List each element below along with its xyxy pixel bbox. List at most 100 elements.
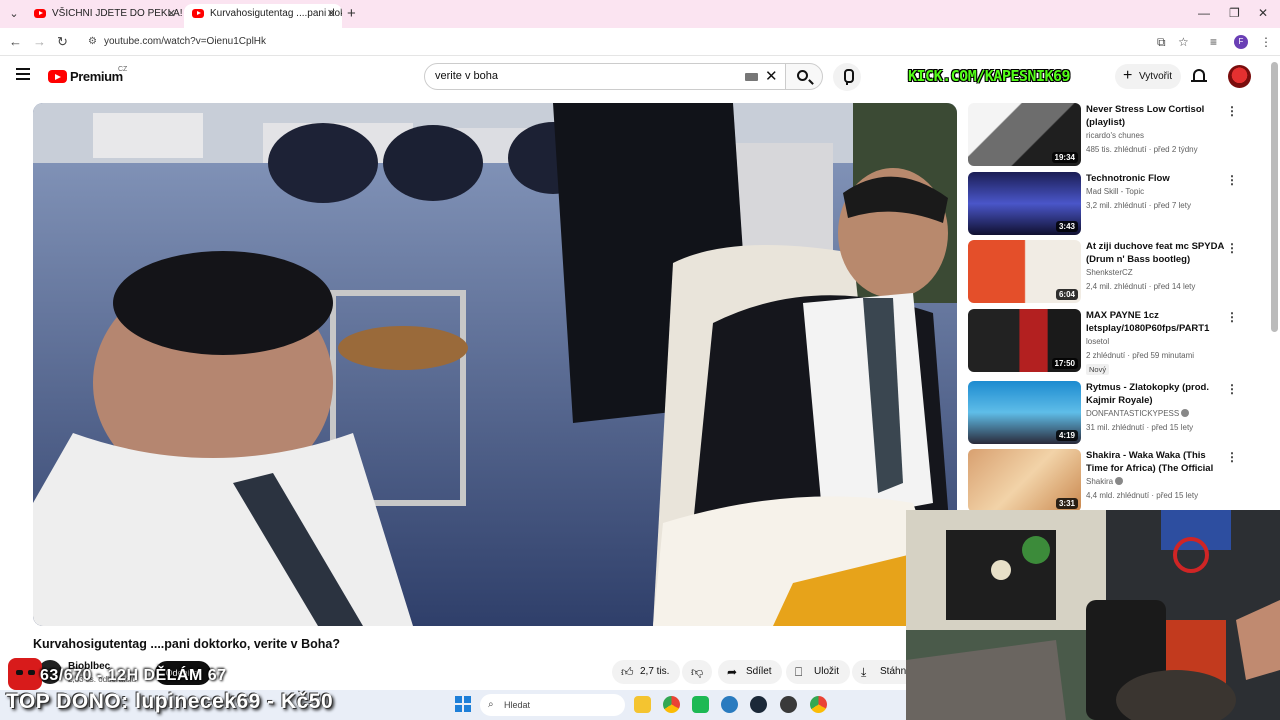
media-controls-icon[interactable]: ≡	[1210, 35, 1217, 49]
share-arrow-icon: ➦	[727, 665, 738, 679]
search-input[interactable]: verite v boha ✕	[424, 63, 786, 90]
like-button[interactable]: 👍︎ 2,7 tis.	[612, 660, 680, 684]
recommendation-meta: 2,4 mil. zhlédnutí · před 14 lety	[1086, 282, 1196, 291]
recommendation-title[interactable]: Technotronic Flow	[1086, 172, 1226, 185]
search-button[interactable]	[785, 63, 823, 90]
recommendation-channel[interactable]: DONFANTASTICKYPESS	[1086, 409, 1190, 418]
keyboard-icon[interactable]	[745, 73, 758, 81]
browser-tab[interactable]: VŠICHNI JDETE DO PEKLA! (Vel ✕	[26, 4, 182, 28]
profile-avatar[interactable]: F	[1234, 35, 1248, 49]
chrome-profile-icon[interactable]	[810, 696, 827, 713]
more-actions-icon[interactable]: ⋮	[1226, 104, 1238, 118]
video-thumbnail[interactable]: 3:43	[968, 172, 1081, 235]
streamer-webcam-overlay	[906, 510, 1280, 720]
thumbs-up-icon: 👍︎	[621, 665, 634, 679]
tab-label: VŠICHNI JDETE DO PEKLA! (Vel	[52, 8, 182, 19]
clear-search-icon[interactable]: ✕	[765, 64, 778, 89]
verified-check-icon	[1115, 477, 1124, 485]
more-actions-icon[interactable]: ⋮	[1226, 173, 1238, 187]
back-arrow-icon[interactable]: ←	[9, 34, 22, 49]
notifications-bell-icon[interactable]	[1191, 69, 1207, 82]
devil-emote-icon	[8, 658, 42, 690]
logo-country-code: CZ	[118, 66, 128, 73]
recommendation-title[interactable]: Never Stress Low Cortisol (playlist)	[1086, 103, 1226, 129]
green-app-icon[interactable]	[692, 696, 709, 713]
download-button[interactable]: ⤓ Stáhnout	[852, 660, 906, 684]
download-label: Stáhnout	[880, 666, 906, 677]
site-info-icon[interactable]: ⚙	[88, 31, 97, 53]
close-tab-icon[interactable]: ✕	[327, 4, 336, 24]
recommendation-meta: 4,4 mld. zhlédnutí · před 15 lety	[1086, 491, 1199, 500]
search-icon	[797, 70, 808, 81]
recommendation-item[interactable]: 3:31 Shakira - Waka Waka (This Time for …	[968, 449, 1268, 513]
create-button[interactable]: + Vytvořit	[1115, 64, 1181, 89]
bookmark-star-icon[interactable]: ☆	[1178, 35, 1189, 49]
file-explorer-icon[interactable]	[634, 696, 651, 713]
youtube-favicon-icon	[34, 9, 46, 18]
youtube-play-icon	[48, 70, 67, 83]
video-thumbnail[interactable]: 19:34	[968, 103, 1081, 166]
save-button[interactable]: ⎕ Uložit	[786, 660, 850, 684]
url-text: youtube.com/watch?v=Oienu1CplHk	[104, 36, 267, 47]
webcam-frame	[906, 510, 1280, 720]
recommendation-item[interactable]: 3:43 Technotronic Flow Mad Skill - Topic…	[968, 172, 1268, 236]
video-thumbnail[interactable]: 3:31	[968, 449, 1081, 512]
more-actions-icon[interactable]: ⋮	[1226, 382, 1238, 396]
youtube-favicon-icon	[192, 9, 204, 18]
video-thumbnail[interactable]: 17:50	[968, 309, 1081, 372]
account-avatar[interactable]	[1228, 65, 1251, 88]
video-title: Kurvahosigutentag ....pani doktorko, ver…	[33, 637, 340, 651]
video-thumbnail[interactable]: 4:19	[968, 381, 1081, 444]
create-label: Vytvořit	[1139, 71, 1172, 82]
windows-start-icon[interactable]	[455, 696, 471, 712]
recommendation-item[interactable]: 17:50 MAX PAYNE 1cz letsplay/1080P60fps/…	[968, 309, 1268, 375]
recommendation-item[interactable]: 4:19 Rytmus - Zlatokopky (prod. Kajmir R…	[968, 381, 1268, 445]
install-app-icon[interactable]: ⧉	[1157, 35, 1166, 50]
video-thumbnail[interactable]: 6:04	[968, 240, 1081, 303]
voice-search-mic-icon[interactable]	[833, 63, 861, 91]
minimize-icon[interactable]: —	[1198, 6, 1210, 20]
menu-hamburger-icon[interactable]	[16, 68, 30, 80]
obs-icon[interactable]	[780, 696, 797, 713]
dislike-button[interactable]: 👎︎	[682, 660, 712, 684]
recommendation-item[interactable]: 6:04 At ziji duchove feat mc SPYDA (Drum…	[968, 240, 1268, 304]
steam-icon[interactable]	[750, 696, 767, 713]
recommendation-channel[interactable]: Mad Skill - Topic	[1086, 187, 1144, 196]
network-app-icon[interactable]	[721, 696, 738, 713]
recommendation-channel[interactable]: ricardo's chunes	[1086, 131, 1144, 140]
share-button[interactable]: ➦ Sdílet	[718, 660, 782, 684]
browser-menu-icon[interactable]: ⋮	[1260, 35, 1272, 49]
page-scrollbar[interactable]	[1271, 62, 1278, 332]
recommendation-title[interactable]: At ziji duchove feat mc SPYDA (Drum n' B…	[1086, 240, 1226, 266]
recommendation-meta: 485 tis. zhlédnutí · před 2 týdny	[1086, 145, 1198, 154]
new-tab-plus-icon[interactable]: +	[347, 5, 356, 22]
recommendation-title[interactable]: Shakira - Waka Waka (This Time for Afric…	[1086, 449, 1226, 475]
tab-search-icon[interactable]: ⌄	[6, 6, 22, 22]
restore-icon[interactable]: ❐	[1229, 6, 1240, 20]
recommendation-title[interactable]: Rytmus - Zlatokopky (prod. Kajmir Royale…	[1086, 381, 1226, 407]
close-tab-icon[interactable]: ✕	[167, 4, 176, 24]
like-count: 2,7 tis.	[640, 666, 670, 677]
close-window-icon[interactable]: ✕	[1258, 6, 1268, 20]
forward-arrow-icon[interactable]: →	[33, 34, 46, 49]
recommendation-channel[interactable]: losetol	[1086, 337, 1109, 346]
kick-channel-banner: KICK.COM/KAPESNIK69	[908, 67, 1071, 85]
more-actions-icon[interactable]: ⋮	[1226, 310, 1238, 324]
search-icon: ⌕	[488, 699, 494, 710]
download-icon: ⤓	[861, 665, 867, 679]
recommendation-channel[interactable]: ShenksterCZ	[1086, 268, 1133, 277]
more-actions-icon[interactable]: ⋮	[1226, 450, 1238, 464]
taskbar-search[interactable]: ⌕ Hledat	[480, 694, 625, 716]
reload-icon[interactable]: ↻	[57, 34, 68, 50]
chrome-icon[interactable]	[663, 696, 680, 713]
recommendation-item[interactable]: 19:34 Never Stress Low Cortisol (playlis…	[968, 103, 1268, 167]
browser-tab-active[interactable]: Kurvahosigutentag ....pani dokt ✕	[184, 4, 342, 28]
recommendation-channel[interactable]: Shakira	[1086, 477, 1124, 486]
video-player[interactable]	[33, 103, 957, 626]
url-field[interactable]: ⚙ youtube.com/watch?v=Oienu1CplHk	[80, 31, 1200, 53]
search-query: verite v boha	[435, 70, 498, 82]
more-actions-icon[interactable]: ⋮	[1226, 241, 1238, 255]
recommendation-title[interactable]: MAX PAYNE 1cz letsplay/1080P60fps/PART1	[1086, 309, 1226, 335]
taskbar-search-placeholder: Hledat	[504, 700, 531, 710]
duration-badge: 4:19	[1055, 430, 1078, 441]
